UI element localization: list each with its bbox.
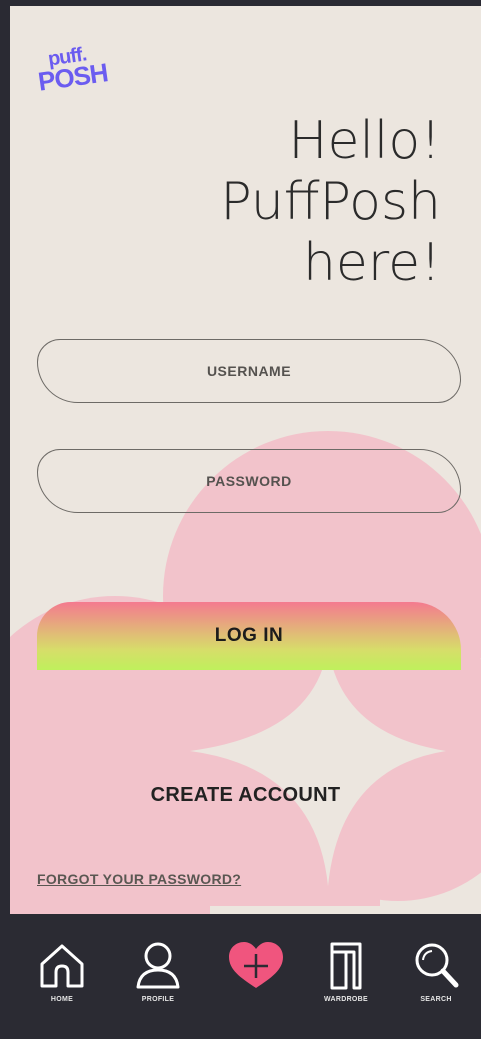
nav-wardrobe[interactable]: WARDROBE [306, 940, 386, 1003]
nav-add[interactable] [216, 940, 296, 996]
nav-home-label: HOME [50, 996, 74, 1003]
app-logo: puff. POSH [36, 43, 118, 106]
nav-home[interactable]: HOME [22, 940, 102, 1003]
greeting-line-2: PuffPosh [220, 172, 441, 232]
greeting-heading: Hello! PuffPosh here! [81, 111, 441, 294]
nav-search[interactable]: SEARCH [396, 940, 476, 1003]
greeting-line-1: Hello! [288, 111, 441, 171]
bottom-navbar: HOME PROFILE WARDROBE SEARCH [10, 914, 481, 1039]
forgot-password-link[interactable]: FORGOT YOUR PASSWORD? [37, 871, 241, 887]
login-screen: puff. POSH Hello! PuffPosh here! LOG IN … [10, 6, 481, 1039]
nav-wardrobe-label: WARDROBE [323, 996, 368, 1003]
greeting-line-3: here! [302, 233, 441, 293]
profile-icon [136, 942, 180, 989]
nav-profile-label: PROFILE [141, 996, 175, 1003]
login-button[interactable]: LOG IN [37, 602, 461, 670]
add-heart-icon [229, 942, 283, 988]
password-field[interactable] [37, 449, 461, 513]
logo-text-bottom: POSH [36, 57, 110, 97]
home-icon [40, 944, 84, 988]
wardrobe-icon [330, 942, 362, 990]
nav-profile[interactable]: PROFILE [118, 940, 198, 1003]
create-account-button[interactable]: CREATE ACCOUNT [10, 784, 481, 807]
search-icon [415, 943, 459, 988]
nav-search-label: SEARCH [420, 996, 452, 1003]
password-input[interactable] [38, 472, 460, 490]
username-input[interactable] [38, 362, 460, 380]
username-field[interactable] [37, 339, 461, 403]
